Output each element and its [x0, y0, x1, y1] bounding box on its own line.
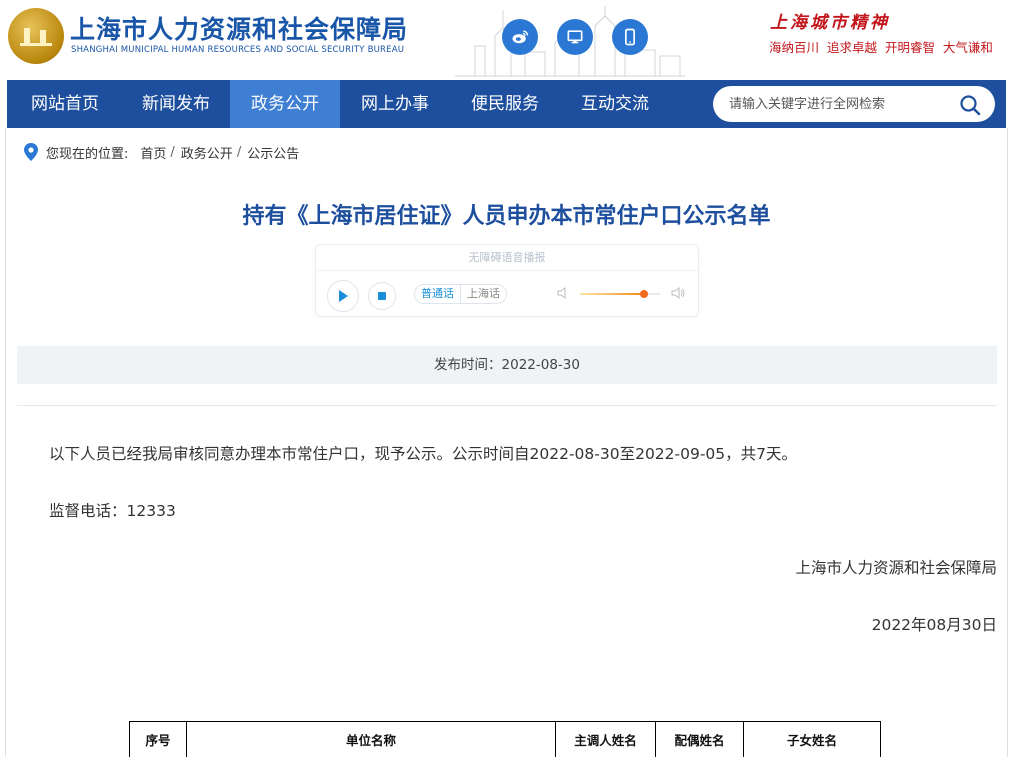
lang-shanghainese-option[interactable]: 上海话	[461, 285, 506, 303]
breadcrumb-home[interactable]: 首页	[140, 143, 166, 162]
breadcrumb: 您现在的位置: 首页 / 政务公开 / 公示公告	[24, 143, 299, 162]
notice-table: 序号 单位名称 主调人姓名 配偶姓名 子女姓名	[129, 721, 881, 757]
volume-slider-fill	[580, 293, 644, 295]
article-title: 持有《上海市居住证》人员申办本市常住户口公示名单	[242, 204, 771, 229]
table-header-spouse: 配偶姓名	[655, 721, 744, 757]
nav-item-news[interactable]: 新闻发布	[123, 80, 229, 128]
breadcrumb-gov-affairs[interactable]: 政务公开	[181, 143, 233, 162]
weibo-icon[interactable]	[502, 19, 538, 55]
article-signature: 上海市人力资源和社会保障局	[795, 559, 997, 577]
search-icon[interactable]	[959, 94, 981, 116]
city-spirit-title: 上海城市精神	[770, 13, 890, 33]
language-switch: 普通话 上海话	[414, 284, 507, 304]
table-header-applicant: 主调人姓名	[555, 721, 656, 757]
publish-date: 发布时间：2022-08-30	[17, 346, 997, 384]
audio-player: 无障碍语音播报 普通话 上海话	[315, 244, 699, 317]
search-box	[713, 86, 995, 122]
article-date: 2022年08月30日	[871, 616, 997, 634]
article-body-text: 以下人员已经我局审核同意办理本市常住户口，现予公示。公示时间自2022-08-3…	[49, 445, 798, 463]
site-header: 上海市人力资源和社会保障局 SHANGHAI MUNICIPAL HUMAN R…	[0, 0, 1013, 80]
breadcrumb-label: 您现在的位置:	[46, 146, 129, 162]
play-button[interactable]	[327, 280, 359, 312]
table-header-children: 子女姓名	[743, 721, 881, 757]
location-pin-icon	[24, 143, 38, 161]
site-title[interactable]: 上海市人力资源和社会保障局	[70, 10, 408, 46]
stop-button[interactable]	[368, 282, 396, 310]
main-nav: 网站首页 新闻发布 政务公开 网上办事 便民服务 互动交流	[7, 80, 1006, 128]
nav-item-gov-affairs[interactable]: 政务公开	[230, 80, 340, 128]
nav-item-interaction[interactable]: 互动交流	[560, 80, 670, 128]
audio-player-title: 无障碍语音播报	[316, 245, 698, 271]
bureau-logo-icon[interactable]	[8, 8, 64, 64]
site-subtitle: SHANGHAI MUNICIPAL HUMAN RESOURCES AND S…	[71, 45, 405, 55]
divider	[17, 405, 997, 406]
breadcrumb-separator: /	[170, 144, 175, 160]
volume-slider[interactable]	[580, 290, 660, 298]
table-header-index: 序号	[129, 721, 187, 757]
table-header-company: 单位名称	[186, 721, 556, 757]
table-header-row: 序号 单位名称 主调人姓名 配偶姓名 子女姓名	[129, 721, 881, 757]
lang-mandarin-option[interactable]: 普通话	[415, 285, 461, 303]
breadcrumb-separator: /	[236, 144, 242, 160]
stop-icon	[378, 292, 386, 300]
nav-item-public-services[interactable]: 便民服务	[450, 80, 560, 128]
mobile-icon[interactable]	[612, 19, 648, 55]
volume-high-icon	[671, 287, 685, 299]
nav-item-online-services[interactable]: 网上办事	[340, 80, 450, 128]
volume-slider-handle[interactable]	[640, 290, 648, 298]
city-spirit-words: 海纳百川 追求卓越 开明睿智 大气谦和	[769, 40, 993, 55]
supervision-phone: 监督电话：12333	[49, 502, 176, 520]
breadcrumb-notices[interactable]: 公示公告	[247, 143, 299, 162]
nav-item-home[interactable]: 网站首页	[7, 80, 123, 128]
search-input[interactable]	[729, 94, 954, 114]
play-icon	[339, 290, 348, 302]
monitor-icon[interactable]	[557, 19, 593, 55]
volume-low-icon	[557, 287, 566, 299]
